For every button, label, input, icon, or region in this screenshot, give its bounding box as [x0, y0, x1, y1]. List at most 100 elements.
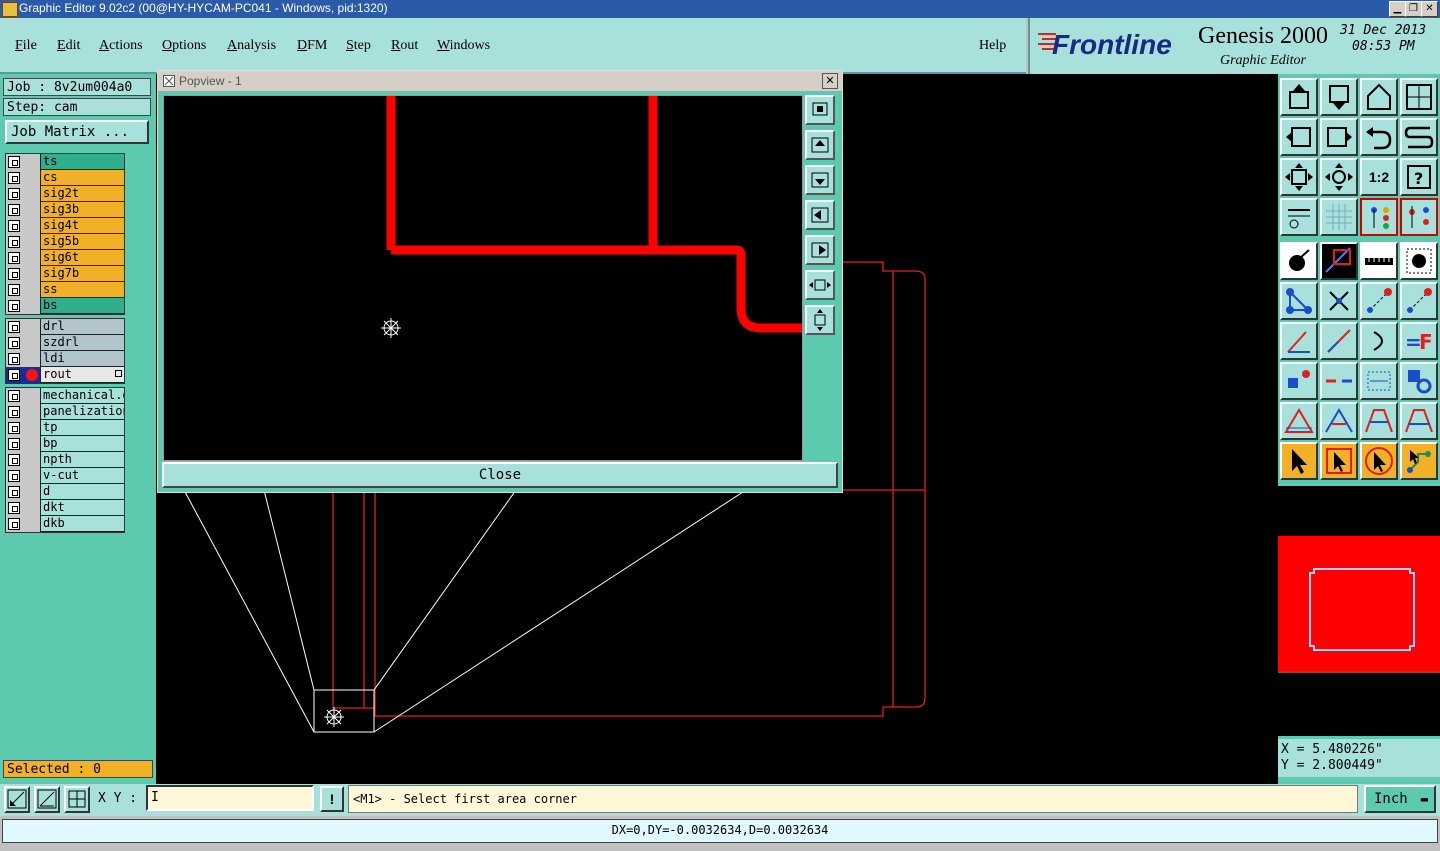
snap-toggle-icon[interactable] — [4, 786, 30, 813]
layer-checkbox[interactable] — [8, 236, 20, 248]
layer-row-ss[interactable]: ss — [6, 282, 124, 298]
layer-checkbox[interactable] — [8, 284, 20, 296]
layer-checkbox[interactable] — [8, 337, 20, 349]
layer-row-dkb[interactable]: dkb — [6, 516, 124, 532]
layer-row-bs[interactable]: bs — [6, 298, 124, 314]
snap-mode-icon[interactable] — [1400, 198, 1438, 236]
menu-analysis[interactable]: Analysis — [227, 38, 276, 54]
layer-row-mechanical-d[interactable]: mechanical.d — [6, 388, 124, 404]
popview-canvas[interactable] — [163, 95, 804, 461]
pan-right-icon[interactable] — [1320, 118, 1358, 156]
triangle-a-icon[interactable] — [1280, 402, 1318, 440]
angle-snap-icon[interactable] — [34, 786, 60, 813]
zoom-down-icon[interactable] — [1320, 78, 1358, 116]
layer-checkbox[interactable] — [8, 220, 20, 232]
triangle-d-icon[interactable] — [1400, 402, 1438, 440]
layer-row-drl[interactable]: drl — [6, 319, 124, 335]
home-icon[interactable] — [1360, 78, 1398, 116]
split-window-icon[interactable] — [1400, 78, 1438, 116]
grid-icon[interactable] — [1320, 198, 1358, 236]
layer-checkbox[interactable] — [8, 321, 20, 333]
layer-checkbox[interactable] — [8, 486, 20, 498]
layer-row-v-cut[interactable]: v-cut — [6, 468, 124, 484]
redraw-icon[interactable] — [1400, 118, 1438, 156]
select-box-pointer-icon[interactable] — [1320, 442, 1358, 480]
menu-step[interactable]: Step — [346, 38, 371, 54]
menu-edit[interactable]: Edit — [57, 38, 80, 54]
line-pad-icon[interactable] — [1360, 282, 1398, 320]
layer-checkbox[interactable] — [8, 518, 20, 530]
layer-checkbox[interactable] — [8, 268, 20, 280]
menu-file[interactable]: File — [15, 38, 37, 54]
line-arrow-icon[interactable] — [1400, 282, 1438, 320]
maximize-button[interactable]: ❐ — [1405, 1, 1422, 17]
layer-row-dkt[interactable]: dkt — [6, 500, 124, 516]
popview-fit-width-tool[interactable] — [805, 270, 835, 300]
layer-row-panelization[interactable]: panelization — [6, 404, 124, 420]
close-window-button[interactable]: ✕ — [1421, 1, 1438, 17]
layer-checkbox[interactable] — [8, 300, 20, 312]
popview-titlebar[interactable]: Popview - 1 ✕ — [158, 71, 842, 91]
layer-row-tp[interactable]: tp — [6, 420, 124, 436]
pan-left-icon[interactable] — [1280, 118, 1318, 156]
layer-row-sig5b[interactable]: sig5b — [6, 234, 124, 250]
overview-map[interactable] — [1278, 486, 1440, 736]
cross-point-icon[interactable] — [1320, 282, 1358, 320]
menu-rout[interactable]: Rout — [391, 38, 418, 54]
popview-close-icon[interactable]: ✕ — [822, 73, 838, 89]
layer-row-sig2t[interactable]: sig2t — [6, 186, 124, 202]
arc-icon[interactable] — [1360, 322, 1398, 360]
layer-row-ts[interactable]: ts — [6, 154, 124, 170]
menu-help[interactable]: Help — [979, 38, 1006, 54]
menu-windows[interactable]: Windows — [437, 38, 490, 54]
layer-checkbox[interactable] — [8, 252, 20, 264]
popview-pan-left-tool[interactable] — [805, 200, 835, 230]
select-pointer-icon[interactable] — [1280, 442, 1318, 480]
execute-button[interactable]: ! — [320, 786, 344, 812]
layer-row-sig7b[interactable]: sig7b — [6, 266, 124, 282]
popview-close-button[interactable]: Close — [162, 462, 838, 488]
layer-checkbox[interactable] — [8, 390, 20, 402]
layer-row-cs[interactable]: cs — [6, 170, 124, 186]
units-selector[interactable]: Inch ▬ — [1364, 785, 1436, 813]
select-net-pointer-icon[interactable] — [1360, 442, 1398, 480]
popview-fit-height-tool[interactable] — [805, 305, 835, 335]
undo-view-icon[interactable] — [1360, 118, 1398, 156]
measure-angle-icon[interactable] — [1320, 242, 1358, 280]
shapes-icon[interactable] — [1400, 362, 1438, 400]
layer-options-icon[interactable] — [115, 370, 122, 377]
minimize-button[interactable]: ▁ — [1389, 1, 1406, 17]
zoom-home-icon[interactable] — [1320, 158, 1358, 196]
tools-settings-icon[interactable] — [1280, 198, 1318, 236]
popview-pan-down-tool[interactable] — [805, 165, 835, 195]
layer-checkbox[interactable] — [8, 353, 20, 365]
select-feature-icon[interactable] — [1280, 242, 1318, 280]
popview-pan-up-tool[interactable] — [805, 130, 835, 160]
layer-checkbox[interactable] — [8, 172, 20, 184]
grid-snap-icon[interactable] — [64, 786, 90, 813]
scale-one-to-two-button[interactable]: 1:2 — [1360, 158, 1398, 196]
job-matrix-button[interactable]: Job Matrix ... — [5, 120, 149, 144]
angle-line-icon[interactable] — [1280, 322, 1318, 360]
layer-row-szdrl[interactable]: szdrl — [6, 335, 124, 351]
layer-checkbox[interactable] — [8, 406, 20, 418]
help-icon[interactable]: ? — [1400, 158, 1438, 196]
layer-checkbox[interactable] — [8, 422, 20, 434]
layer-row-ldi[interactable]: ldi — [6, 351, 124, 367]
layer-row-bp[interactable]: bp — [6, 436, 124, 452]
layer-checkbox[interactable] — [8, 188, 20, 200]
layer-row-npth[interactable]: npth — [6, 452, 124, 468]
triangle-b-icon[interactable] — [1320, 402, 1358, 440]
layer-checkbox[interactable] — [8, 454, 20, 466]
triangle-c-icon[interactable] — [1360, 402, 1398, 440]
split-line-icon[interactable] — [1320, 362, 1358, 400]
layer-row-sig6t[interactable]: sig6t — [6, 250, 124, 266]
diagonal-line-icon[interactable] — [1320, 322, 1358, 360]
snap-layers-icon[interactable] — [1360, 198, 1398, 236]
layer-checkbox[interactable] — [8, 438, 20, 450]
layer-checkbox[interactable] — [8, 369, 20, 381]
layer-checkbox[interactable] — [8, 470, 20, 482]
menu-options[interactable]: Options — [162, 38, 206, 54]
layer-checkbox[interactable] — [8, 156, 20, 168]
layer-checkbox[interactable] — [8, 502, 20, 514]
